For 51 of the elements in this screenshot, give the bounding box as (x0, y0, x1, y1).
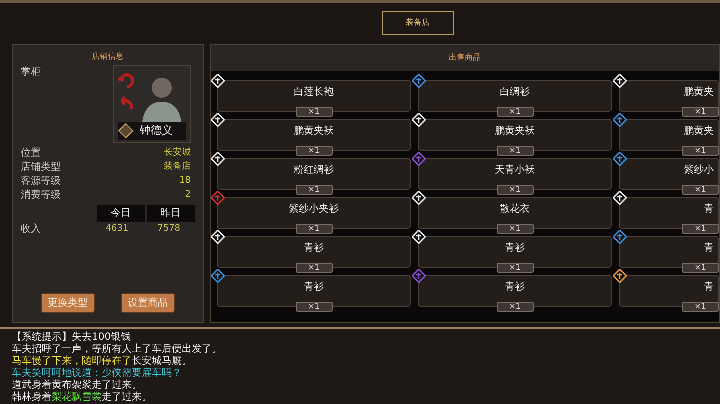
quantity-label: ×1 (682, 184, 719, 195)
quantity-label: ×1 (682, 302, 719, 312)
field-label: 客源等级 (21, 174, 61, 190)
field-value: 18 (180, 175, 191, 188)
goods-name: 鹏黄夹 (684, 124, 714, 139)
row-label: 收入 (21, 222, 42, 238)
undo-icon (118, 96, 134, 110)
quantity-label: ×1 (682, 262, 719, 273)
log-message: 车夫笑呵呵地说道：少侠需要雇车吗？ (12, 368, 183, 380)
table-cell-text: 4631 (104, 223, 130, 236)
goods-name: 白莲长袍 (294, 86, 334, 100)
field-label: 店铺类型 (21, 160, 61, 176)
goods-name: 青衫 (505, 280, 525, 295)
refresh-icon (118, 72, 136, 90)
table-header: 昨日 (147, 204, 195, 222)
log-message: 【系统提示】失去100银钱 (12, 332, 132, 344)
field-value: 长安城 (164, 147, 191, 160)
goods-name: 青衫 (304, 242, 324, 256)
keeper-name: 钟德义 (140, 122, 173, 139)
log-message: 韩林身着梨花飘雪裳走了过来。 (12, 392, 153, 404)
goods-name: 散花衣 (500, 202, 530, 217)
field-label: 消费等级 (21, 188, 61, 204)
goods-name: 青衫 (304, 280, 324, 295)
goods-name: 青 (704, 202, 714, 217)
goods-name: 鹏黄夹袄 (495, 124, 535, 139)
log-message: 道武身着黄布袈裟走了过来。 (12, 380, 143, 392)
goods-name: 紫纱小夹衫 (289, 202, 339, 217)
window-title: 装备店 (382, 11, 454, 36)
field-value: 2 (185, 189, 191, 202)
field-label: 位置 (21, 146, 41, 162)
goods-name: 鹏黄夹 (684, 86, 714, 100)
table-header: 今日 (97, 204, 145, 222)
panel-title: 店铺信息 (91, 50, 125, 63)
log-message: 车夫招呼了一声，等所有人上了车后便出发了。 (12, 344, 223, 356)
goods-name: 粉红绸衫 (294, 164, 334, 178)
keeper-label: 掌柜 (21, 66, 41, 80)
diamond-icon (118, 122, 134, 139)
goods-name: 白绸衫 (500, 86, 530, 100)
goods-name: 青衫 (505, 242, 525, 256)
goods-name: 青 (704, 242, 714, 256)
goods-name: 鹏黄夹袄 (294, 124, 334, 139)
log-message: 马车慢了下来，随即停在了长安城马厩。 (12, 356, 193, 368)
quantity-label: ×1 (682, 146, 719, 156)
quantity-label: ×1 (682, 224, 719, 234)
table-cell-text: 7578 (156, 223, 182, 236)
goods-name: 青 (704, 280, 714, 295)
goods-name: 天青小袄 (495, 164, 535, 178)
field-value: 装备店 (164, 161, 191, 174)
panel-title: 出售商品 (211, 44, 719, 71)
quantity-label: ×1 (682, 106, 719, 117)
goods-name: 紫纱小 (684, 164, 714, 178)
